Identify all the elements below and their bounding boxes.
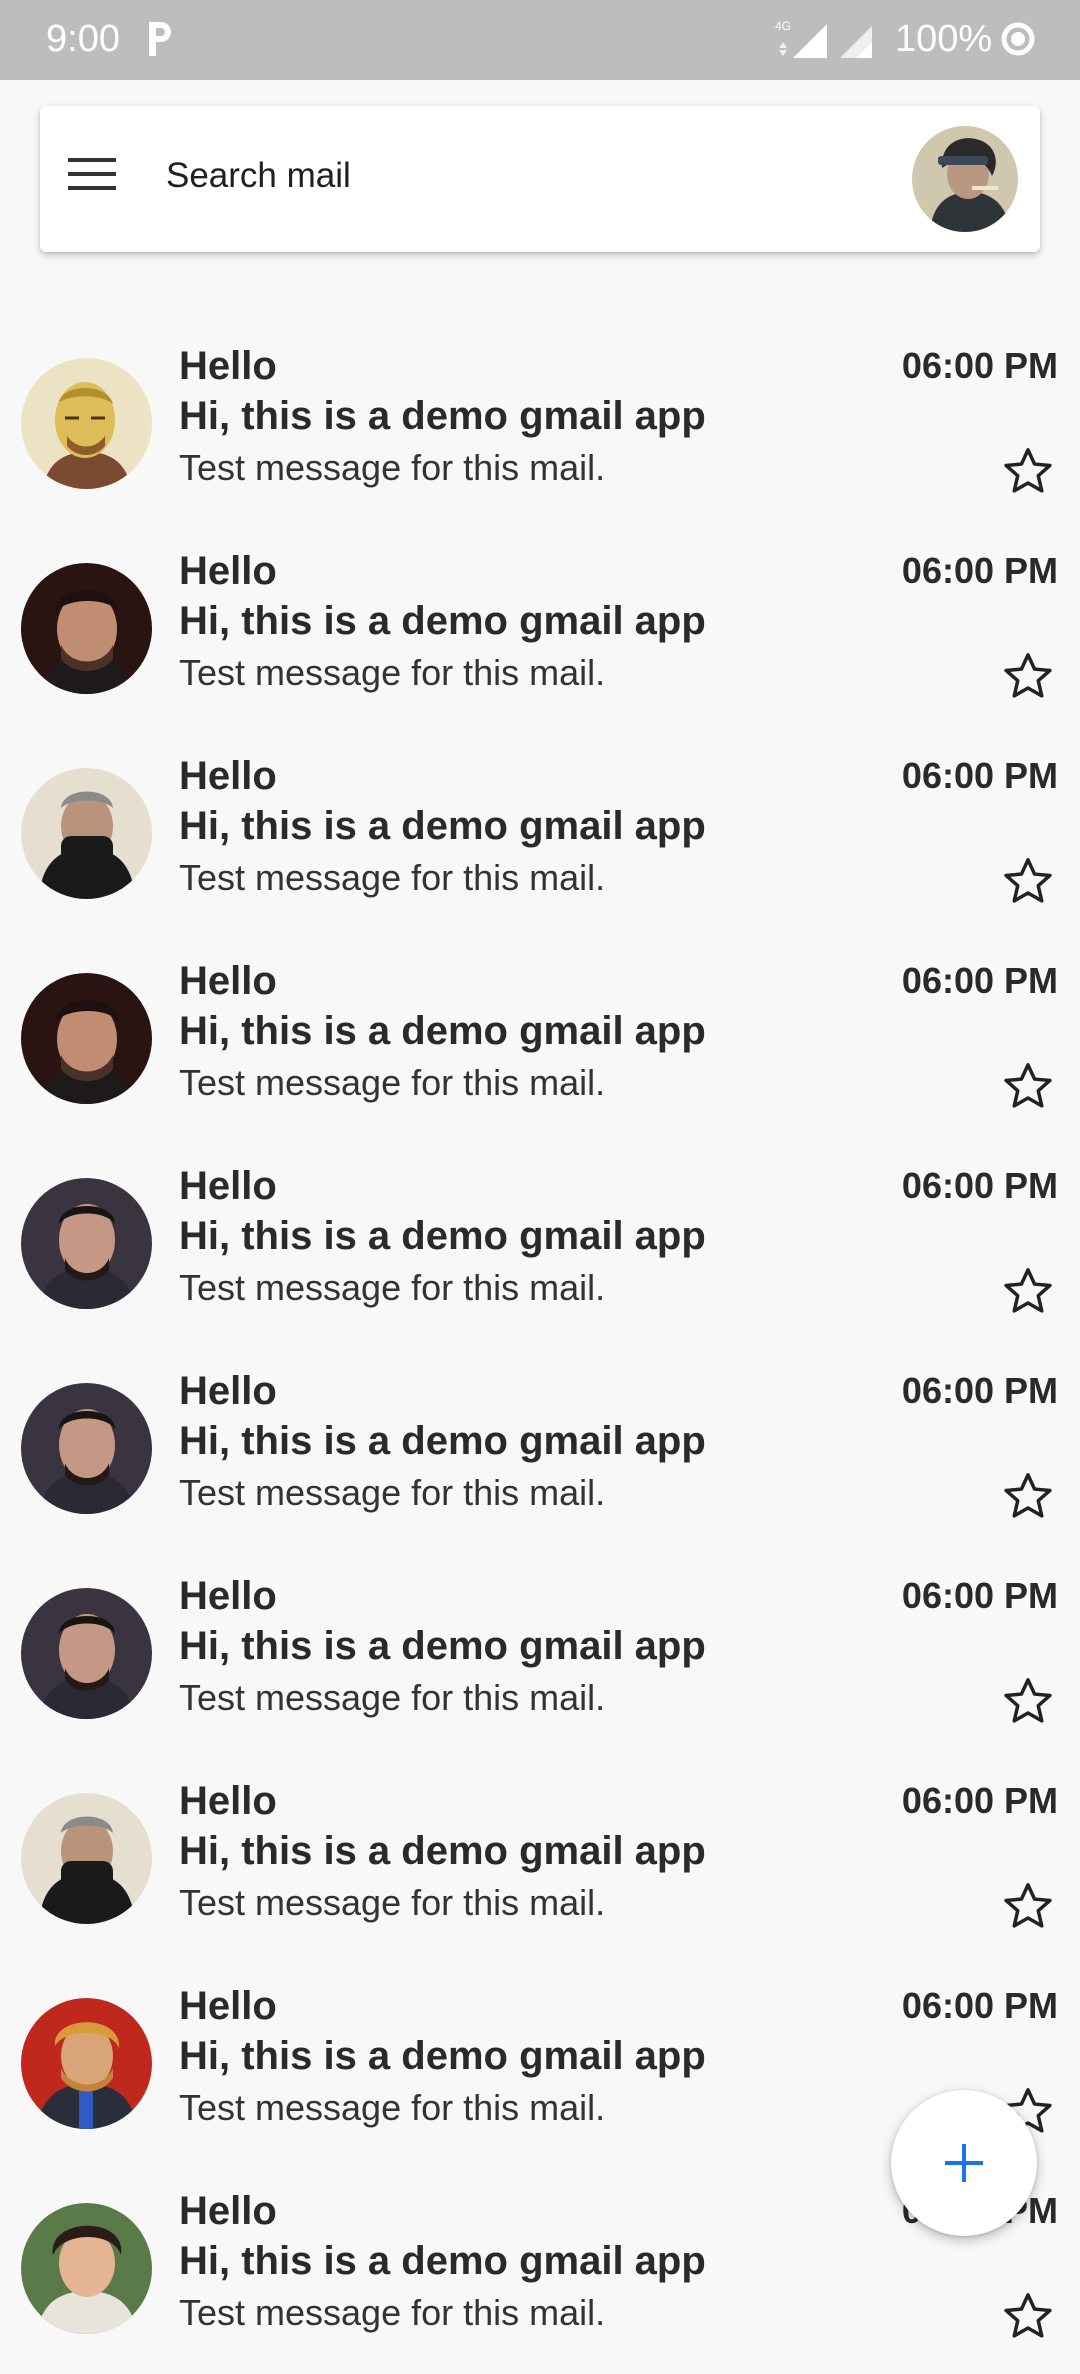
sender-avatar-image xyxy=(21,2203,152,2334)
mail-time: 06:00 PM xyxy=(901,550,1058,591)
signal-icon xyxy=(840,26,872,58)
account-avatar[interactable] xyxy=(912,126,1018,232)
mail-item[interactable]: Hello Hi, this is a demo gmail app Test … xyxy=(0,1144,1080,1349)
sender-avatar-image xyxy=(21,973,152,1104)
mail-sender: Hello xyxy=(179,344,277,388)
sender-avatar xyxy=(21,358,152,489)
sender-avatar xyxy=(21,1998,152,2129)
sender-avatar xyxy=(21,563,152,694)
signal-4g-icon: 4G xyxy=(775,19,827,58)
mail-subject: Hi, this is a demo gmail app xyxy=(179,599,706,643)
mail-item[interactable]: Hello Hi, this is a demo gmail app Test … xyxy=(0,1759,1080,1964)
sender-avatar xyxy=(21,973,152,1104)
mail-time: 06:00 PM xyxy=(901,1165,1058,1206)
sender-avatar xyxy=(21,1793,152,1924)
mail-subject: Hi, this is a demo gmail app xyxy=(179,1419,706,1463)
mail-sender: Hello xyxy=(179,754,277,798)
sender-avatar-image xyxy=(21,1588,152,1719)
mail-snippet: Test message for this mail. xyxy=(179,1267,606,1308)
mail-snippet: Test message for this mail. xyxy=(179,2087,606,2128)
mail-snippet: Test message for this mail. xyxy=(179,1062,606,1103)
star-icon[interactable] xyxy=(1000,649,1056,705)
mail-item[interactable]: Hello Hi, this is a demo gmail app Test … xyxy=(0,529,1080,734)
mail-subject: Hi, this is a demo gmail app xyxy=(179,394,706,438)
mail-item[interactable]: Hello Hi, this is a demo gmail app Test … xyxy=(0,1554,1080,1759)
mail-sender: Hello xyxy=(179,1984,277,2028)
search-input[interactable] xyxy=(166,155,726,197)
sender-avatar-image xyxy=(21,1793,152,1924)
mail-time: 06:00 PM xyxy=(901,1780,1058,1821)
sender-avatar-image xyxy=(21,1383,152,1514)
star-icon[interactable] xyxy=(1000,1879,1056,1935)
mail-subject: Hi, this is a demo gmail app xyxy=(179,804,706,848)
search-bar[interactable] xyxy=(40,106,1040,252)
mail-subject: Hi, this is a demo gmail app xyxy=(179,1624,706,1668)
mail-snippet: Test message for this mail. xyxy=(179,1472,606,1513)
star-icon[interactable] xyxy=(1000,1469,1056,1525)
mail-subject: Hi, this is a demo gmail app xyxy=(179,2239,706,2283)
account-avatar-image xyxy=(912,126,1018,232)
mail-snippet: Test message for this mail. xyxy=(179,2292,606,2333)
mail-sender: Hello xyxy=(179,1164,277,1208)
compose-button[interactable] xyxy=(891,2090,1037,2236)
mail-subject: Hi, this is a demo gmail app xyxy=(179,1829,706,1873)
mail-sender: Hello xyxy=(179,1779,277,1823)
star-icon[interactable] xyxy=(1000,1264,1056,1320)
status-time: 9:00 xyxy=(46,18,120,60)
battery-percent: 100% xyxy=(895,18,993,60)
plus-icon xyxy=(945,2144,983,2182)
mail-sender: Hello xyxy=(179,549,277,593)
mail-snippet: Test message for this mail. xyxy=(179,857,606,898)
sender-avatar-image xyxy=(21,1178,152,1309)
mail-time: 06:00 PM xyxy=(901,755,1058,796)
sender-avatar xyxy=(21,1383,152,1514)
mail-subject: Hi, this is a demo gmail app xyxy=(179,1214,706,1258)
mail-time: 06:00 PM xyxy=(901,1985,1058,2026)
star-icon[interactable] xyxy=(1000,854,1056,910)
mail-time: 06:00 PM xyxy=(901,345,1058,386)
status-bar: 9:00 4G 100% xyxy=(0,0,1080,80)
mail-snippet: Test message for this mail. xyxy=(179,1882,606,1923)
parking-notification-icon xyxy=(149,22,171,56)
mail-item[interactable]: Hello Hi, this is a demo gmail app Test … xyxy=(0,939,1080,1144)
menu-icon[interactable] xyxy=(68,154,116,194)
mail-sender: Hello xyxy=(179,1369,277,1413)
star-icon[interactable] xyxy=(1000,2289,1056,2345)
mail-subject: Hi, this is a demo gmail app xyxy=(179,1009,706,1053)
sender-avatar xyxy=(21,768,152,899)
svg-text:4G: 4G xyxy=(775,19,791,33)
mail-time: 06:00 PM xyxy=(901,1370,1058,1411)
sender-avatar-image xyxy=(21,563,152,694)
mail-subject: Hi, this is a demo gmail app xyxy=(179,2034,706,2078)
star-icon[interactable] xyxy=(1000,1674,1056,1730)
sender-avatar-image xyxy=(21,358,152,489)
sender-avatar xyxy=(21,1178,152,1309)
mail-time: 06:00 PM xyxy=(901,1575,1058,1616)
mail-item[interactable]: Hello Hi, this is a demo gmail app Test … xyxy=(0,324,1080,529)
mail-sender: Hello xyxy=(179,959,277,1003)
star-icon[interactable] xyxy=(1000,1059,1056,1115)
sender-avatar xyxy=(21,1588,152,1719)
mail-list: Hello Hi, this is a demo gmail app Test … xyxy=(0,324,1080,2374)
mail-snippet: Test message for this mail. xyxy=(179,447,606,488)
mail-snippet: Test message for this mail. xyxy=(179,652,606,693)
star-icon[interactable] xyxy=(1000,444,1056,500)
battery-icon xyxy=(1001,22,1035,56)
mail-sender: Hello xyxy=(179,1574,277,1618)
mail-sender: Hello xyxy=(179,2189,277,2233)
sender-avatar-image xyxy=(21,1998,152,2129)
mail-item[interactable]: Hello Hi, this is a demo gmail app Test … xyxy=(0,734,1080,939)
mail-snippet: Test message for this mail. xyxy=(179,1677,606,1718)
sender-avatar xyxy=(21,2203,152,2334)
mail-item[interactable]: Hello Hi, this is a demo gmail app Test … xyxy=(0,1349,1080,1554)
sender-avatar-image xyxy=(21,768,152,899)
mail-time: 06:00 PM xyxy=(901,960,1058,1001)
